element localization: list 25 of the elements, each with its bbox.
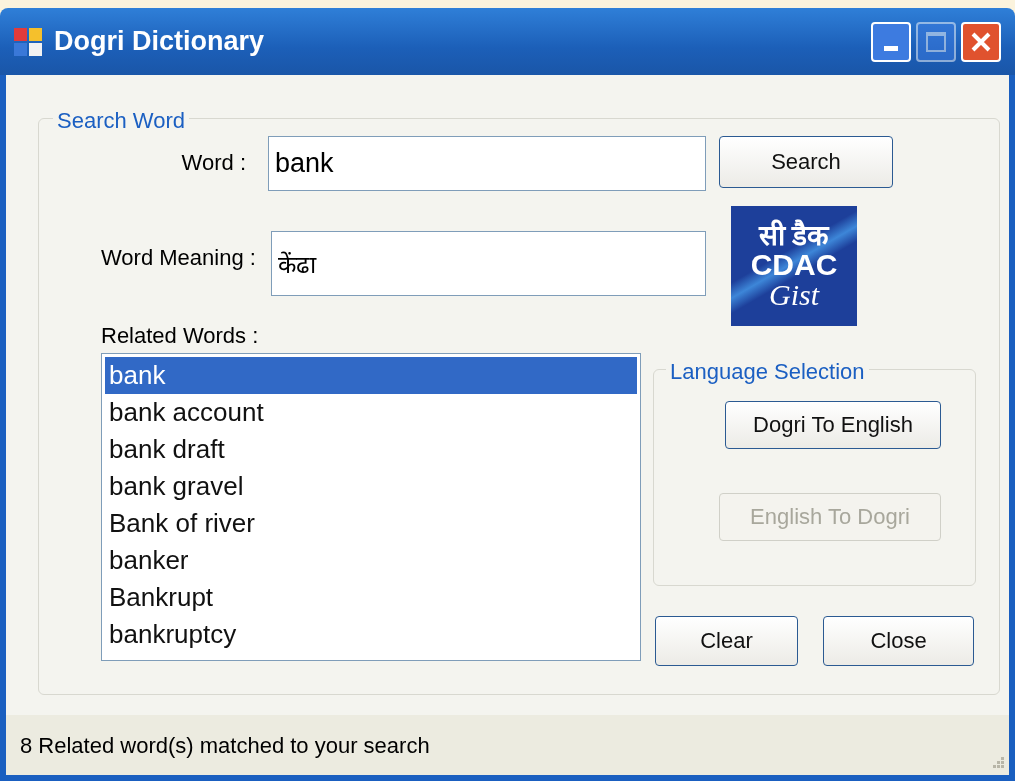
- list-item[interactable]: bank draft: [105, 431, 637, 468]
- list-item[interactable]: bank account: [105, 394, 637, 431]
- meaning-label: Word Meaning :: [101, 244, 257, 272]
- list-item[interactable]: Bank of river: [105, 505, 637, 542]
- language-button[interactable]: Dogri To English: [725, 401, 941, 449]
- app-icon: [14, 27, 42, 56]
- list-item[interactable]: bankruptcy: [105, 616, 637, 653]
- logo-text: Gist: [769, 280, 819, 310]
- minimize-button[interactable]: [871, 21, 911, 62]
- meaning-field[interactable]: केंढा: [271, 231, 706, 296]
- list-item[interactable]: bank gravel: [105, 468, 637, 505]
- close-button[interactable]: Close: [823, 616, 974, 666]
- word-label: Word :: [180, 149, 246, 177]
- list-item[interactable]: banker: [105, 542, 637, 579]
- search-button[interactable]: Search: [719, 136, 893, 188]
- status-text: 8 Related word(s) matched to your search: [20, 731, 430, 760]
- logo-text: CDAC: [750, 250, 838, 280]
- word-field[interactable]: bank: [268, 136, 706, 191]
- list-item[interactable]: bank: [105, 357, 637, 394]
- clear-button[interactable]: Clear: [655, 616, 798, 666]
- resize-grip-icon: [991, 755, 1005, 769]
- list-item[interactable]: Bankrupt: [105, 579, 637, 616]
- window-title: Dogri Dictionary: [54, 25, 265, 59]
- close-button[interactable]: [961, 21, 1001, 62]
- related-words-label: Related Words :: [101, 322, 260, 350]
